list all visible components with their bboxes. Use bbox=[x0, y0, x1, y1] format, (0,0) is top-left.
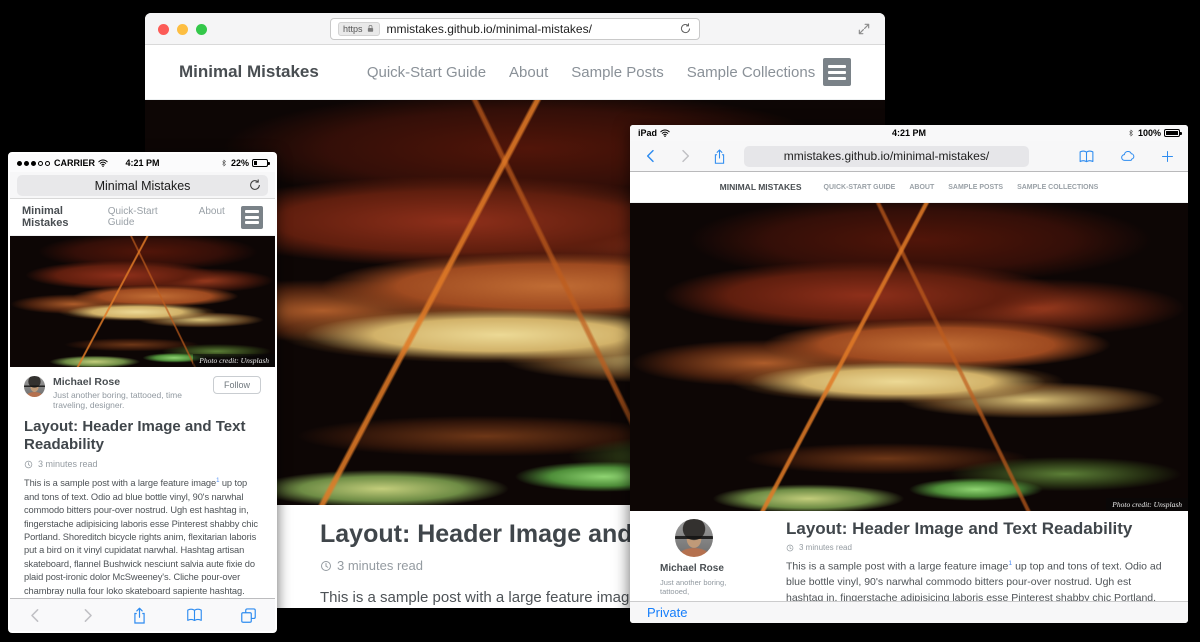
lock-icon bbox=[366, 24, 375, 33]
header-image: Photo credit: Unsplash bbox=[10, 236, 275, 367]
tabs-button[interactable] bbox=[239, 606, 258, 625]
share-button[interactable] bbox=[130, 606, 149, 625]
https-badge: https bbox=[338, 22, 380, 36]
window-controls bbox=[158, 24, 207, 35]
status-time: 4:21 PM bbox=[630, 128, 1188, 138]
site-masthead: Minimal Mistakes Quick-Start Guide About… bbox=[145, 45, 885, 100]
post-paragraph: This is a sample post with a large featu… bbox=[786, 559, 1162, 601]
site-title-link[interactable]: Minimal Mistakes bbox=[179, 62, 319, 82]
post-meta: 3 minutes read bbox=[786, 543, 1162, 552]
site-nav: Quick-Start Guide About bbox=[108, 206, 225, 228]
nav-link-about[interactable]: About bbox=[509, 64, 548, 81]
author-avatar bbox=[675, 519, 713, 557]
post-content: Michael Rose Just another boring, tattoo… bbox=[10, 367, 275, 598]
photo-credit: Photo credit: Unsplash bbox=[1106, 498, 1188, 511]
address-field[interactable]: Minimal Mistakes bbox=[17, 175, 268, 196]
post-title: Layout: Header Image and Text Readabilit… bbox=[786, 519, 1162, 539]
site-title-link[interactable]: Minimal Mistakes bbox=[22, 205, 108, 229]
author-sidebar: Michael Rose Just another boring, tattoo… bbox=[660, 519, 756, 601]
nav-link-sample-posts[interactable]: SAMPLE POSTS bbox=[948, 184, 1003, 191]
reload-icon[interactable] bbox=[248, 178, 262, 192]
address-field[interactable]: mmistakes.github.io/minimal-mistakes/ bbox=[744, 146, 1029, 167]
menu-toggle-button[interactable] bbox=[241, 206, 263, 229]
battery-icon bbox=[252, 159, 268, 167]
post-paragraph: This is a sample post with a large featu… bbox=[24, 477, 261, 598]
post-title: Layout: Header Image and Text Readabilit… bbox=[24, 418, 261, 454]
clock-icon bbox=[320, 560, 332, 572]
https-label: https bbox=[343, 24, 363, 34]
read-time: 3 minutes read bbox=[799, 543, 852, 552]
author-name: Michael Rose bbox=[53, 376, 205, 388]
nav-link-sample-posts[interactable]: Sample Posts bbox=[571, 64, 664, 81]
bluetooth-icon bbox=[1127, 128, 1135, 138]
site-masthead: MINIMAL MISTAKES QUICK-START GUIDE ABOUT… bbox=[630, 172, 1188, 203]
minimize-window-button[interactable] bbox=[177, 24, 188, 35]
safari-url-row: Minimal Mistakes bbox=[10, 172, 275, 199]
reload-icon[interactable] bbox=[679, 22, 692, 35]
nav-link-sample-collections[interactable]: SAMPLE COLLECTIONS bbox=[1017, 184, 1098, 191]
header-image: Photo credit: Unsplash bbox=[630, 203, 1188, 511]
clock-icon bbox=[786, 544, 794, 552]
battery-icon bbox=[1164, 129, 1180, 137]
ipad-status-bar: iPad 4:21 PM 100% bbox=[630, 125, 1188, 141]
follow-button[interactable]: Follow bbox=[213, 376, 261, 394]
author-avatar bbox=[24, 376, 45, 397]
nav-link-quick-start-guide[interactable]: Quick-Start Guide bbox=[367, 64, 486, 81]
iphone-safari-window: CARRIER 4:21 PM 22% Minimal Mistakes Min… bbox=[8, 152, 277, 633]
private-label: Private bbox=[647, 605, 687, 620]
browser-chrome: https mmistakes.github.io/minimal-mistak… bbox=[145, 13, 885, 45]
safari-bottom-toolbar bbox=[10, 598, 275, 631]
icloud-tabs-button[interactable] bbox=[1118, 148, 1138, 164]
clock-icon bbox=[24, 460, 33, 469]
author-row: Michael Rose Just another boring, tattoo… bbox=[24, 376, 261, 410]
menu-toggle-button[interactable] bbox=[823, 58, 851, 86]
author-name: Michael Rose bbox=[660, 563, 756, 574]
nav-link-about[interactable]: About bbox=[199, 206, 225, 228]
safari-toolbar: mmistakes.github.io/minimal-mistakes/ bbox=[630, 141, 1188, 172]
forward-button[interactable] bbox=[677, 148, 693, 164]
post-content: Michael Rose Just another boring, tattoo… bbox=[630, 511, 1188, 601]
fullscreen-icon[interactable] bbox=[857, 22, 871, 36]
private-browsing-bar[interactable]: Private bbox=[630, 601, 1188, 623]
address-bar[interactable]: https mmistakes.github.io/minimal-mistak… bbox=[330, 18, 700, 40]
ipad-safari-window: iPad 4:21 PM 100% mmistakes.github.io/mi… bbox=[630, 125, 1188, 623]
nav-link-sample-collections[interactable]: Sample Collections bbox=[687, 64, 815, 81]
zoom-window-button[interactable] bbox=[196, 24, 207, 35]
battery-percent: 22% bbox=[231, 158, 249, 168]
author-bio: Just another boring, tattooed, bbox=[660, 578, 756, 596]
site-nav: Quick-Start Guide About Sample Posts Sam… bbox=[367, 64, 815, 81]
read-time: 3 minutes read bbox=[337, 558, 423, 573]
iphone-status-bar: CARRIER 4:21 PM 22% bbox=[10, 154, 275, 172]
close-window-button[interactable] bbox=[158, 24, 169, 35]
read-time: 3 minutes read bbox=[38, 459, 98, 469]
url-text: mmistakes.github.io/minimal-mistakes/ bbox=[387, 22, 592, 36]
nav-link-quick-start-guide[interactable]: Quick-Start Guide bbox=[108, 206, 181, 228]
page-title-text: Minimal Mistakes bbox=[95, 179, 191, 193]
bookmarks-button[interactable] bbox=[184, 606, 205, 624]
battery-percent: 100% bbox=[1138, 128, 1161, 138]
post-meta: 3 minutes read bbox=[24, 459, 261, 469]
nav-link-about[interactable]: ABOUT bbox=[909, 184, 934, 191]
back-button[interactable] bbox=[643, 148, 659, 164]
nav-link-quick-start-guide[interactable]: QUICK-START GUIDE bbox=[824, 184, 896, 191]
bluetooth-icon bbox=[220, 158, 228, 168]
bookmarks-button[interactable] bbox=[1077, 148, 1096, 165]
back-button[interactable] bbox=[27, 607, 44, 624]
new-tab-button[interactable] bbox=[1160, 149, 1175, 164]
share-button[interactable] bbox=[711, 148, 728, 165]
author-bio: Just another boring, tattooed, time trav… bbox=[53, 390, 205, 410]
site-title-link[interactable]: MINIMAL MISTAKES bbox=[720, 182, 802, 192]
composite-canvas: https mmistakes.github.io/minimal-mistak… bbox=[0, 0, 1200, 642]
site-masthead: Minimal Mistakes Quick-Start Guide About bbox=[10, 199, 275, 236]
photo-credit: Photo credit: Unsplash bbox=[193, 354, 275, 367]
forward-button[interactable] bbox=[79, 607, 96, 624]
